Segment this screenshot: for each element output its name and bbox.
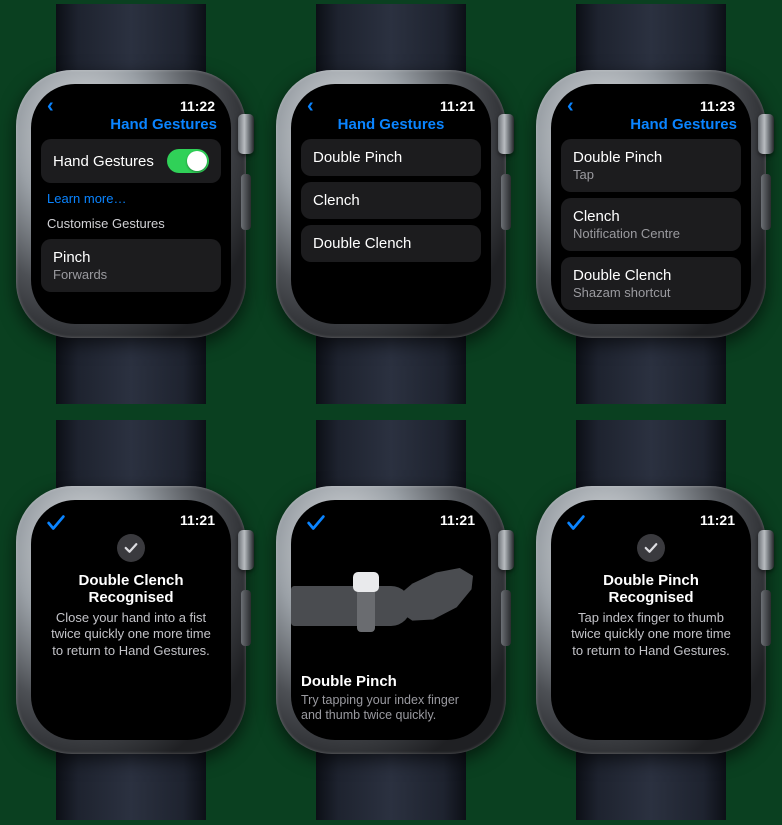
forearm-shape: [291, 586, 411, 626]
instruction-block: Double Pinch Try tapping your index fing…: [301, 673, 481, 724]
clock-time: 11:22: [180, 98, 215, 114]
watch-6: 11:21 Double Pinch Recognised Tap index …: [526, 420, 776, 820]
toggle-label: Hand Gestures: [53, 153, 154, 170]
item-label: Double Pinch: [313, 149, 402, 166]
list-item[interactable]: Clench: [301, 182, 481, 219]
watch-face-shape: [353, 572, 379, 592]
row-label: Double Pinch: [573, 149, 729, 166]
back-chevron-icon[interactable]: ‹: [563, 96, 578, 116]
hand-gestures-toggle-row[interactable]: Hand Gestures: [41, 139, 221, 183]
pinch-row[interactable]: Pinch Forwards: [41, 239, 221, 292]
screen: 11:21 Double Pinch Recognised Tap index …: [551, 500, 751, 740]
digital-crown[interactable]: [758, 530, 774, 570]
digital-crown[interactable]: [498, 530, 514, 570]
side-button[interactable]: [501, 590, 511, 646]
digital-crown[interactable]: [238, 114, 254, 154]
watch-4: 11:21 Double Clench Recognised Close you…: [6, 420, 256, 820]
row-value: Shazam shortcut: [573, 285, 729, 300]
watch-grid: ‹ 11:22 Hand Gestures Hand Gestures Lear…: [0, 0, 782, 825]
page-title[interactable]: Hand Gestures: [561, 116, 741, 133]
section-header: Customise Gestures: [41, 212, 221, 233]
clock-time: 11:23: [700, 98, 735, 114]
confirmation-heading: Double Clench Recognised: [47, 572, 215, 606]
clock-time: 11:21: [700, 512, 735, 528]
screen: 11:21 Double Clench Recognised Close you…: [31, 500, 231, 740]
digital-crown[interactable]: [758, 114, 774, 154]
clock-time: 11:21: [180, 512, 215, 528]
back-chevron-icon[interactable]: ‹: [43, 96, 58, 116]
list-item[interactable]: Double Pinch: [301, 139, 481, 176]
confirmation-heading: Double Pinch Recognised: [567, 572, 735, 606]
watch-1: ‹ 11:22 Hand Gestures Hand Gestures Lear…: [6, 4, 256, 404]
screen: ‹ 11:23 Hand Gestures Double Pinch Tap C…: [551, 84, 751, 324]
confirmation-block: Double Clench Recognised Close your hand…: [41, 512, 221, 659]
digital-crown[interactable]: [498, 114, 514, 154]
digital-crown[interactable]: [238, 530, 254, 570]
side-button[interactable]: [761, 590, 771, 646]
status-bar: ‹ 11:22: [41, 96, 221, 118]
page-title[interactable]: Hand Gestures: [301, 116, 481, 133]
watch-2: ‹ 11:21 Hand Gestures Double Pinch Clenc…: [266, 4, 516, 404]
row-label: Clench: [573, 208, 729, 225]
instruction-heading: Double Pinch: [301, 673, 481, 690]
instruction-body: Try tapping your index finger and thumb …: [301, 693, 481, 724]
page-title[interactable]: Hand Gestures: [41, 116, 221, 133]
check-badge-icon: [117, 534, 145, 562]
side-button[interactable]: [761, 174, 771, 230]
back-chevron-icon[interactable]: ‹: [303, 96, 318, 116]
row-value: Notification Centre: [573, 226, 729, 241]
toggle-switch[interactable]: [167, 149, 209, 173]
learn-more-link[interactable]: Learn more…: [41, 183, 221, 212]
gesture-row[interactable]: Double Pinch Tap: [561, 139, 741, 192]
gesture-row[interactable]: Clench Notification Centre: [561, 198, 741, 251]
hand-gesture-illustration: [291, 546, 491, 642]
confirmation-body: Tap index finger to thumb twice quickly …: [567, 610, 735, 659]
screen: 11:21 Double Pinch Try tapping your inde…: [291, 500, 491, 740]
list-item[interactable]: Double Clench: [301, 225, 481, 262]
screen: ‹ 11:21 Hand Gestures Double Pinch Clenc…: [291, 84, 491, 324]
row-value: Tap: [573, 167, 729, 182]
watch-3: ‹ 11:23 Hand Gestures Double Pinch Tap C…: [526, 4, 776, 404]
status-bar: ‹ 11:23: [561, 96, 741, 118]
checkmark-icon[interactable]: [45, 512, 67, 539]
row-value: Forwards: [53, 267, 209, 282]
row-label: Pinch: [53, 249, 209, 266]
item-label: Clench: [313, 192, 360, 209]
clock-time: 11:21: [440, 512, 475, 528]
row-label: Double Clench: [573, 267, 729, 284]
check-badge-icon: [637, 534, 665, 562]
confirmation-block: Double Pinch Recognised Tap index finger…: [561, 512, 741, 659]
hand-shape: [399, 568, 473, 624]
confirmation-body: Close your hand into a fist twice quickl…: [47, 610, 215, 659]
side-button[interactable]: [241, 174, 251, 230]
side-button[interactable]: [501, 174, 511, 230]
side-button[interactable]: [241, 590, 251, 646]
clock-time: 11:21: [440, 98, 475, 114]
watch-5: 11:21 Double Pinch Try tapping your inde…: [266, 420, 516, 820]
gesture-row[interactable]: Double Clench Shazam shortcut: [561, 257, 741, 310]
item-label: Double Clench: [313, 235, 411, 252]
status-bar: ‹ 11:21: [301, 96, 481, 118]
checkmark-icon[interactable]: [305, 512, 327, 539]
screen: ‹ 11:22 Hand Gestures Hand Gestures Lear…: [31, 84, 231, 324]
checkmark-icon[interactable]: [565, 512, 587, 539]
